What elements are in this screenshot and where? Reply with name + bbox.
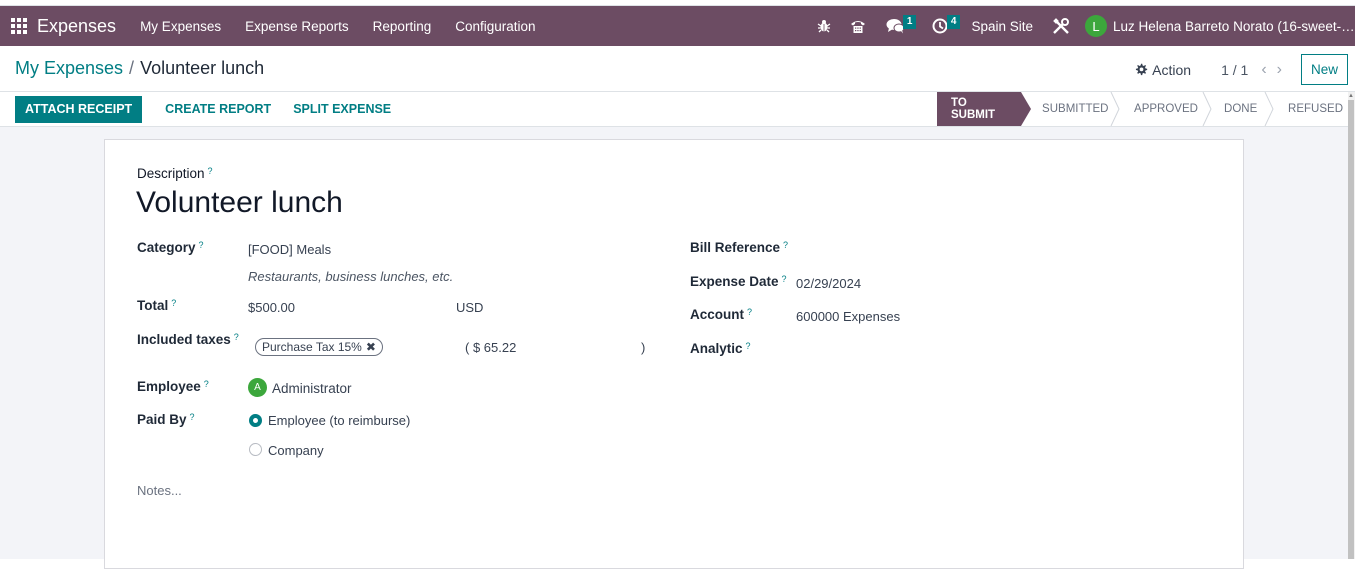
scrollbar-thumb[interactable] bbox=[1348, 100, 1354, 559]
form-background: Description? Volunteer lunch Category? [… bbox=[0, 127, 1348, 569]
employee-avatar: A bbox=[248, 378, 267, 397]
help-tooltip-icon[interactable]: ? bbox=[199, 240, 204, 250]
app-name[interactable]: Expenses bbox=[37, 16, 116, 37]
paid-by-company-radio[interactable] bbox=[249, 443, 262, 456]
help-tooltip-icon[interactable]: ? bbox=[746, 341, 751, 351]
company-switcher[interactable]: Spain Site bbox=[971, 19, 1033, 34]
stage-label: REFUSED bbox=[1288, 103, 1343, 115]
employee-field[interactable]: Administrator bbox=[272, 381, 352, 396]
bug-icon[interactable] bbox=[807, 6, 841, 46]
breadcrumb: My Expenses / Volunteer lunch bbox=[15, 58, 264, 79]
help-tooltip-icon[interactable]: ? bbox=[190, 412, 195, 422]
stage-approved[interactable]: APPROVED bbox=[1114, 92, 1212, 126]
apps-menu-icon[interactable] bbox=[11, 18, 27, 34]
employee-label: Employee? bbox=[137, 379, 209, 394]
analytic-field[interactable] bbox=[796, 343, 1096, 359]
user-menu[interactable]: Luz Helena Barreto Norato (16-sweet-b... bbox=[1113, 19, 1355, 34]
included-taxes-label: Included taxes? bbox=[137, 332, 239, 347]
menu-my-expenses[interactable]: My Expenses bbox=[128, 19, 233, 34]
tax-tag-label: Purchase Tax 15% bbox=[262, 340, 362, 354]
control-right: Action 1 / 1 ‹ › New bbox=[1135, 54, 1348, 85]
stage-to-submit[interactable]: TO SUBMIT bbox=[937, 92, 1032, 126]
navbar-systray: 1 4 Spain Site L Luz Helena Barreto Nora… bbox=[807, 6, 1355, 46]
breadcrumb-current: Volunteer lunch bbox=[140, 58, 265, 78]
description-field[interactable]: Volunteer lunch bbox=[136, 186, 343, 220]
menu-reporting[interactable]: Reporting bbox=[361, 19, 444, 34]
paid-by-employee-label[interactable]: Employee (to reimburse) bbox=[268, 413, 410, 428]
help-tooltip-icon[interactable]: ? bbox=[208, 166, 213, 176]
help-tooltip-icon[interactable]: ? bbox=[171, 298, 176, 308]
expense-date-field[interactable]: 02/29/2024 bbox=[796, 276, 861, 291]
stage-label: APPROVED bbox=[1134, 103, 1198, 115]
top-navbar: Expenses My Expenses Expense Reports Rep… bbox=[0, 6, 1355, 46]
activities-badge: 4 bbox=[946, 15, 961, 29]
action-menu-button[interactable]: Action bbox=[1135, 62, 1191, 78]
description-label: Description? bbox=[137, 166, 213, 181]
phone-icon[interactable] bbox=[841, 6, 875, 46]
remove-tag-icon[interactable]: ✖ bbox=[366, 340, 376, 354]
category-label: Category? bbox=[137, 240, 204, 255]
scroll-up-arrow-icon[interactable]: ▲ bbox=[1348, 93, 1354, 99]
bill-reference-label: Bill Reference? bbox=[690, 240, 789, 255]
paid-by-employee-radio[interactable] bbox=[249, 414, 262, 427]
debug-tools-icon[interactable] bbox=[1045, 17, 1077, 35]
notes-field[interactable]: Notes... bbox=[137, 483, 182, 498]
breadcrumb-my-expenses[interactable]: My Expenses bbox=[15, 58, 123, 78]
form-statusbar: ATTACH RECEIPT CREATE REPORT SPLIT EXPEN… bbox=[0, 92, 1355, 127]
paid-by-company-label[interactable]: Company bbox=[268, 443, 324, 458]
stage-refused[interactable]: REFUSED bbox=[1268, 92, 1355, 126]
new-button[interactable]: New bbox=[1301, 54, 1348, 85]
category-description: Restaurants, business lunches, etc. bbox=[248, 269, 454, 284]
currency-field[interactable]: USD bbox=[456, 300, 483, 315]
messages-badge: 1 bbox=[902, 15, 917, 29]
breadcrumb-separator: / bbox=[129, 58, 135, 78]
split-expense-button[interactable]: SPLIT EXPENSE bbox=[282, 102, 402, 116]
control-panel: My Expenses / Volunteer lunch Action 1 / 1… bbox=[0, 46, 1355, 92]
pager-value[interactable]: 1 / 1 bbox=[1221, 62, 1248, 78]
help-tooltip-icon[interactable]: ? bbox=[234, 332, 239, 342]
stage-done[interactable]: DONE bbox=[1206, 92, 1274, 126]
tax-amount-close: ) bbox=[641, 340, 646, 355]
stage-submitted[interactable]: SUBMITTED bbox=[1021, 92, 1120, 126]
bill-reference-field[interactable] bbox=[796, 242, 1096, 258]
help-tooltip-icon[interactable]: ? bbox=[204, 379, 209, 389]
pager-next-button[interactable]: › bbox=[1277, 61, 1282, 79]
gear-icon bbox=[1136, 63, 1148, 76]
action-label: Action bbox=[1152, 61, 1192, 78]
attach-receipt-button[interactable]: ATTACH RECEIPT bbox=[15, 95, 143, 123]
tax-tag[interactable]: Purchase Tax 15% ✖ bbox=[255, 338, 383, 356]
account-field[interactable]: 600000 Expenses bbox=[796, 309, 900, 324]
stage-label: SUBMITTED bbox=[1042, 103, 1109, 115]
tax-amount: ( $ 65.22 bbox=[465, 340, 517, 355]
clock-icon[interactable]: 4 bbox=[923, 6, 961, 46]
user-avatar[interactable]: L bbox=[1085, 15, 1107, 37]
help-tooltip-icon[interactable]: ? bbox=[747, 307, 752, 317]
form-sheet: Description? Volunteer lunch Category? [… bbox=[104, 139, 1244, 569]
pager-previous-button[interactable]: ‹ bbox=[1261, 61, 1266, 79]
expense-date-label: Expense Date? bbox=[690, 274, 787, 289]
total-label: Total? bbox=[137, 298, 177, 313]
account-label: Account? bbox=[690, 307, 753, 322]
stage-label: TO SUBMIT bbox=[951, 97, 996, 121]
help-tooltip-icon[interactable]: ? bbox=[783, 240, 788, 250]
category-field[interactable]: [FOOD] Meals bbox=[248, 242, 331, 257]
stage-label: DONE bbox=[1224, 103, 1258, 115]
total-field[interactable]: $500.00 bbox=[248, 300, 295, 315]
paid-by-label: Paid By? bbox=[137, 412, 195, 427]
chat-icon[interactable]: 1 bbox=[879, 6, 917, 46]
help-tooltip-icon[interactable]: ? bbox=[782, 274, 787, 284]
status-stages: TO SUBMIT SUBMITTED APPROVED DONE REFUSE… bbox=[937, 92, 1355, 126]
create-report-button[interactable]: CREATE REPORT bbox=[154, 102, 282, 116]
analytic-label: Analytic? bbox=[690, 341, 751, 356]
menu-expense-reports[interactable]: Expense Reports bbox=[233, 19, 361, 34]
menu-configuration[interactable]: Configuration bbox=[443, 19, 547, 34]
